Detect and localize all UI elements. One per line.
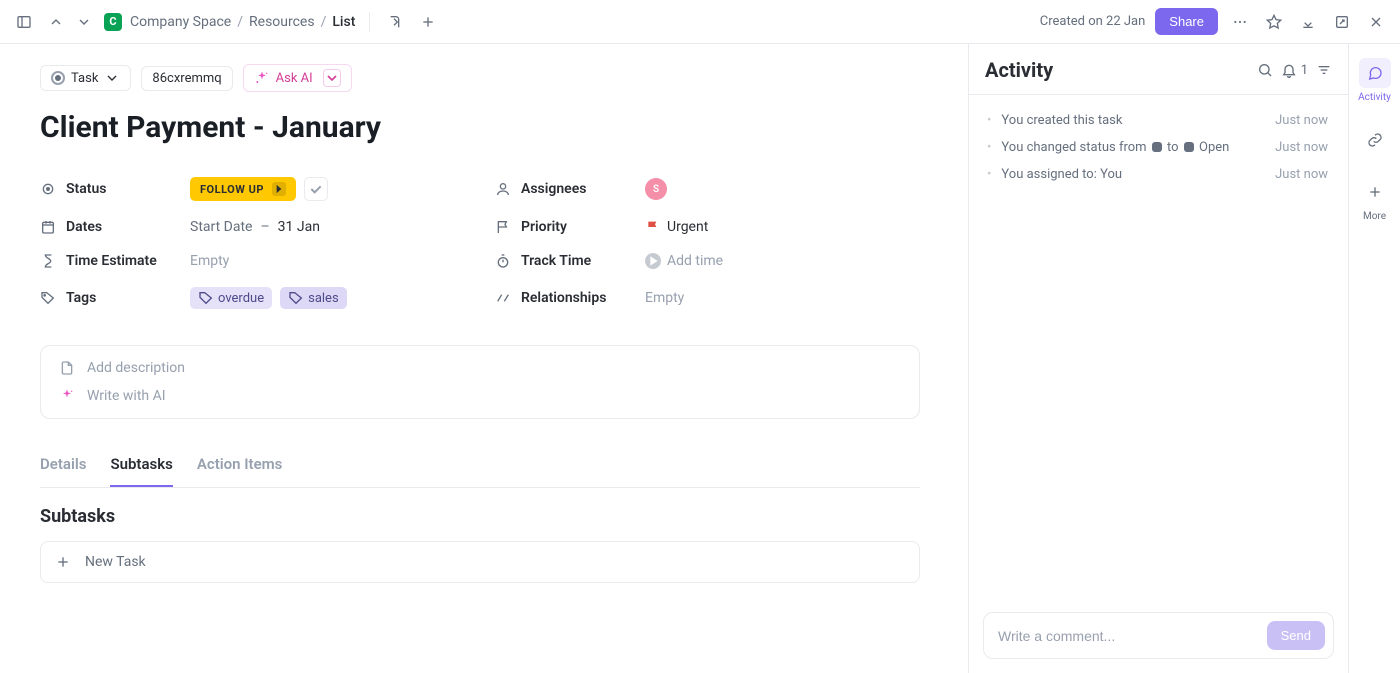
stopwatch-icon — [495, 253, 511, 269]
document-icon — [59, 360, 75, 376]
breadcrumb-item[interactable]: List — [332, 14, 355, 30]
favorite-icon[interactable] — [1262, 10, 1286, 34]
hourglass-icon — [40, 253, 56, 269]
subtasks-heading: Subtasks — [40, 506, 920, 527]
tab-details[interactable]: Details — [40, 447, 86, 487]
tag-overdue[interactable]: overdue — [190, 287, 272, 309]
activity-filter-icon[interactable] — [1316, 62, 1332, 78]
rail-more[interactable]: More — [1359, 177, 1391, 222]
task-content: Task 86cxremmq Ask AI Client Payment - J… — [0, 44, 968, 673]
section-tabs: Details Subtasks Action Items — [40, 447, 920, 488]
time-estimate-label: Time Estimate — [40, 253, 190, 269]
calendar-icon — [40, 219, 56, 235]
flag-icon — [645, 219, 661, 235]
tab-action-items[interactable]: Action Items — [197, 447, 283, 487]
breadcrumb-item[interactable]: Resources — [249, 14, 315, 30]
bell-icon — [1281, 62, 1297, 78]
breadcrumb-item[interactable]: Company Space — [130, 14, 231, 30]
sidebar-toggle-icon[interactable] — [12, 10, 36, 34]
more-menu-icon[interactable] — [1228, 10, 1252, 34]
add-description-button[interactable]: Add description — [59, 360, 901, 376]
status-label: Status — [40, 181, 190, 197]
tag-sales[interactable]: sales — [280, 287, 347, 309]
play-icon — [645, 253, 661, 269]
activity-item: You assigned to: You Just now — [969, 161, 1348, 188]
ask-ai-button[interactable]: Ask AI — [243, 64, 352, 92]
flag-icon — [495, 219, 511, 235]
description-box: Add description Write with AI — [40, 345, 920, 419]
send-button[interactable]: Send — [1267, 621, 1325, 650]
collapse-icon[interactable] — [1296, 10, 1320, 34]
activity-list: You created this task Just now You chang… — [969, 95, 1348, 598]
tags-label: Tags — [40, 290, 190, 306]
sparkle-icon — [254, 70, 270, 86]
status-swatch-icon — [1184, 142, 1194, 152]
comment-input[interactable] — [998, 628, 1259, 644]
plus-icon — [1367, 184, 1383, 200]
link-icon — [1367, 132, 1383, 148]
created-date: Created on 22 Jan — [1040, 14, 1146, 29]
add-time-button[interactable]: Add time — [645, 253, 723, 269]
chevron-down-icon — [104, 70, 120, 86]
priority-value[interactable]: Urgent — [645, 219, 708, 235]
rail-activity[interactable]: Activity — [1358, 58, 1391, 103]
close-icon[interactable] — [1364, 10, 1388, 34]
tag-icon — [40, 290, 56, 306]
new-subtask-button[interactable]: New Task — [40, 541, 920, 583]
tab-subtasks[interactable]: Subtasks — [110, 447, 172, 487]
dates-value[interactable]: Start Date – 31 Jan — [190, 219, 465, 235]
relationships-value[interactable]: Empty — [645, 290, 920, 306]
space-logo[interactable]: C — [104, 13, 122, 31]
assignee-avatar[interactable]: S — [645, 178, 667, 200]
plus-icon — [55, 554, 71, 570]
record-icon — [51, 71, 65, 85]
next-status-icon[interactable] — [272, 182, 286, 196]
status-swatch-icon — [1152, 142, 1162, 152]
relationship-icon — [495, 290, 511, 306]
relationships-label: Relationships — [495, 290, 645, 306]
rail-link[interactable] — [1359, 125, 1391, 155]
prev-task-button[interactable] — [44, 10, 68, 34]
share-button[interactable]: Share — [1155, 8, 1218, 35]
next-task-button[interactable] — [72, 10, 96, 34]
status-pill[interactable]: FOLLOW UP — [190, 177, 296, 201]
chevron-down-icon — [323, 69, 341, 87]
status-icon — [40, 181, 56, 197]
breadcrumb: Company Space / Resources / List — [130, 14, 355, 30]
assignees-label: Assignees — [495, 181, 645, 197]
track-time-label: Track Time — [495, 253, 645, 269]
comment-area: Send — [969, 598, 1348, 673]
activity-item: You changed status from to Open Just now — [969, 134, 1348, 161]
add-icon[interactable] — [416, 10, 440, 34]
person-icon — [495, 181, 511, 197]
activity-search-icon[interactable] — [1257, 62, 1273, 78]
task-title[interactable]: Client Payment - January — [40, 110, 920, 145]
activity-item: You created this task Just now — [969, 107, 1348, 134]
complete-checkbox[interactable] — [304, 177, 328, 201]
top-bar: C Company Space / Resources / List Creat… — [0, 0, 1400, 44]
activity-notifications[interactable]: 1 — [1281, 62, 1308, 78]
right-rail: Activity More — [1348, 44, 1400, 673]
sparkle-icon — [59, 388, 75, 404]
tag-icon — [198, 290, 214, 306]
chat-icon — [1367, 65, 1383, 81]
task-type-chip[interactable]: Task — [40, 65, 131, 91]
activity-panel: Activity 1 You created this task Just no… — [968, 44, 1348, 673]
time-estimate-value[interactable]: Empty — [190, 253, 465, 269]
tag-icon — [288, 290, 304, 306]
move-task-icon[interactable] — [384, 10, 408, 34]
task-id-chip[interactable]: 86cxremmq — [141, 66, 232, 91]
fullscreen-icon[interactable] — [1330, 10, 1354, 34]
dates-label: Dates — [40, 219, 190, 235]
priority-label: Priority — [495, 219, 645, 235]
tags-value[interactable]: overdue sales — [190, 287, 465, 309]
activity-title: Activity — [985, 58, 1249, 82]
write-with-ai-button[interactable]: Write with AI — [59, 388, 901, 404]
